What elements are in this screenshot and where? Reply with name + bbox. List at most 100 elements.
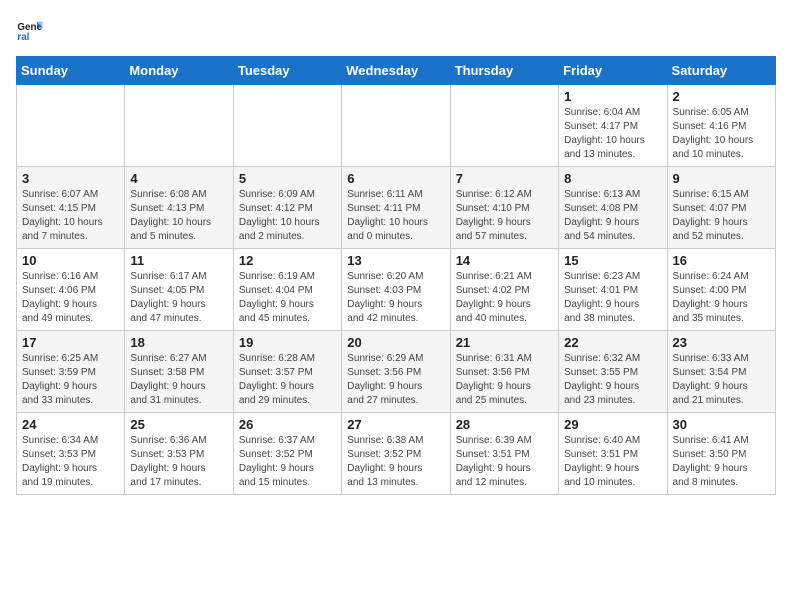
day-number: 15 <box>564 253 661 268</box>
weekday-header-saturday: Saturday <box>667 57 775 85</box>
calendar-cell: 29 Sunrise: 6:40 AM Sunset: 3:51 PM Dayli… <box>559 413 667 495</box>
calendar-cell <box>17 85 125 167</box>
day-info: Sunrise: 6:07 AM Sunset: 4:15 PM Dayligh… <box>22 188 119 244</box>
day-number: 12 <box>239 253 336 268</box>
calendar-cell: 2 Sunrise: 6:05 AM Sunset: 4:16 PM Daylig… <box>667 85 775 167</box>
day-number: 18 <box>130 335 227 350</box>
calendar-cell: 15 Sunrise: 6:23 AM Sunset: 4:01 PM Dayli… <box>559 249 667 331</box>
day-number: 16 <box>673 253 770 268</box>
calendar-cell: 14 Sunrise: 6:21 AM Sunset: 4:02 PM Dayli… <box>450 249 558 331</box>
day-info: Sunrise: 6:17 AM Sunset: 4:05 PM Dayligh… <box>130 270 227 326</box>
day-number: 21 <box>456 335 553 350</box>
calendar-cell: 13 Sunrise: 6:20 AM Sunset: 4:03 PM Dayli… <box>342 249 450 331</box>
calendar-cell: 3 Sunrise: 6:07 AM Sunset: 4:15 PM Daylig… <box>17 167 125 249</box>
weekday-header-friday: Friday <box>559 57 667 85</box>
calendar-cell: 21Sunrise: 6:31 AM Sunset: 3:56 PM Dayli… <box>450 331 558 413</box>
calendar-header: SundayMondayTuesdayWednesdayThursdayFrid… <box>17 57 776 85</box>
calendar-week-2: 3 Sunrise: 6:07 AM Sunset: 4:15 PM Daylig… <box>17 167 776 249</box>
weekday-header-monday: Monday <box>125 57 233 85</box>
logo: Gene ral <box>16 16 48 44</box>
day-info: Sunrise: 6:28 AM Sunset: 3:57 PM Dayligh… <box>239 352 336 408</box>
day-info: Sunrise: 6:23 AM Sunset: 4:01 PM Dayligh… <box>564 270 661 326</box>
day-info: Sunrise: 6:12 AM Sunset: 4:10 PM Dayligh… <box>456 188 553 244</box>
calendar-cell: 4 Sunrise: 6:08 AM Sunset: 4:13 PM Daylig… <box>125 167 233 249</box>
day-number: 29 <box>564 417 661 432</box>
day-info: Sunrise: 6:25 AM Sunset: 3:59 PM Dayligh… <box>22 352 119 408</box>
calendar-cell <box>125 85 233 167</box>
calendar-week-5: 24Sunrise: 6:34 AM Sunset: 3:53 PM Dayli… <box>17 413 776 495</box>
calendar-cell <box>233 85 341 167</box>
day-number: 13 <box>347 253 444 268</box>
calendar-cell: 23 Sunrise: 6:33 AM Sunset: 3:54 PM Dayli… <box>667 331 775 413</box>
weekday-header-wednesday: Wednesday <box>342 57 450 85</box>
calendar-cell: 7 Sunrise: 6:12 AM Sunset: 4:10 PM Daylig… <box>450 167 558 249</box>
logo-icon: Gene ral <box>16 16 44 44</box>
day-info: Sunrise: 6:32 AM Sunset: 3:55 PM Dayligh… <box>564 352 661 408</box>
day-info: Sunrise: 6:41 AM Sunset: 3:50 PM Dayligh… <box>673 434 770 490</box>
day-info: Sunrise: 6:08 AM Sunset: 4:13 PM Dayligh… <box>130 188 227 244</box>
day-number: 28 <box>456 417 553 432</box>
day-number: 30 <box>673 417 770 432</box>
calendar-cell: 5Sunrise: 6:09 AM Sunset: 4:12 PM Daylig… <box>233 167 341 249</box>
day-info: Sunrise: 6:20 AM Sunset: 4:03 PM Dayligh… <box>347 270 444 326</box>
day-number: 24 <box>22 417 119 432</box>
calendar-cell: 25 Sunrise: 6:36 AM Sunset: 3:53 PM Dayli… <box>125 413 233 495</box>
day-info: Sunrise: 6:36 AM Sunset: 3:53 PM Dayligh… <box>130 434 227 490</box>
day-info: Sunrise: 6:37 AM Sunset: 3:52 PM Dayligh… <box>239 434 336 490</box>
calendar-cell: 10 Sunrise: 6:16 AM Sunset: 4:06 PM Dayli… <box>17 249 125 331</box>
header: Gene ral <box>16 16 776 44</box>
day-info: Sunrise: 6:40 AM Sunset: 3:51 PM Dayligh… <box>564 434 661 490</box>
calendar-table: SundayMondayTuesdayWednesdayThursdayFrid… <box>16 56 776 495</box>
day-number: 25 <box>130 417 227 432</box>
calendar-body: 1 Sunrise: 6:04 AM Sunset: 4:17 PM Daylig… <box>17 85 776 495</box>
day-info: Sunrise: 6:33 AM Sunset: 3:54 PM Dayligh… <box>673 352 770 408</box>
day-number: 2 <box>673 89 770 104</box>
weekday-header-sunday: Sunday <box>17 57 125 85</box>
day-info: Sunrise: 6:15 AM Sunset: 4:07 PM Dayligh… <box>673 188 770 244</box>
day-number: 19 <box>239 335 336 350</box>
calendar-cell: 19 Sunrise: 6:28 AM Sunset: 3:57 PM Dayli… <box>233 331 341 413</box>
day-info: Sunrise: 6:04 AM Sunset: 4:17 PM Dayligh… <box>564 106 661 162</box>
calendar-cell: 18Sunrise: 6:27 AM Sunset: 3:58 PM Dayli… <box>125 331 233 413</box>
weekday-header-thursday: Thursday <box>450 57 558 85</box>
day-info: Sunrise: 6:21 AM Sunset: 4:02 PM Dayligh… <box>456 270 553 326</box>
calendar-cell: 16 Sunrise: 6:24 AM Sunset: 4:00 PM Dayli… <box>667 249 775 331</box>
calendar-cell: 30 Sunrise: 6:41 AM Sunset: 3:50 PM Dayli… <box>667 413 775 495</box>
calendar-week-1: 1 Sunrise: 6:04 AM Sunset: 4:17 PM Daylig… <box>17 85 776 167</box>
day-number: 10 <box>22 253 119 268</box>
calendar-cell: 27 Sunrise: 6:38 AM Sunset: 3:52 PM Dayli… <box>342 413 450 495</box>
day-number: 26 <box>239 417 336 432</box>
day-info: Sunrise: 6:39 AM Sunset: 3:51 PM Dayligh… <box>456 434 553 490</box>
day-number: 1 <box>564 89 661 104</box>
day-info: Sunrise: 6:05 AM Sunset: 4:16 PM Dayligh… <box>673 106 770 162</box>
day-number: 9 <box>673 171 770 186</box>
day-number: 6 <box>347 171 444 186</box>
calendar-week-3: 10 Sunrise: 6:16 AM Sunset: 4:06 PM Dayli… <box>17 249 776 331</box>
calendar-week-4: 17 Sunrise: 6:25 AM Sunset: 3:59 PM Dayli… <box>17 331 776 413</box>
day-number: 8 <box>564 171 661 186</box>
day-number: 17 <box>22 335 119 350</box>
day-number: 5 <box>239 171 336 186</box>
day-number: 20 <box>347 335 444 350</box>
day-info: Sunrise: 6:29 AM Sunset: 3:56 PM Dayligh… <box>347 352 444 408</box>
day-number: 11 <box>130 253 227 268</box>
calendar-cell: 20 Sunrise: 6:29 AM Sunset: 3:56 PM Dayli… <box>342 331 450 413</box>
calendar-cell: 22 Sunrise: 6:32 AM Sunset: 3:55 PM Dayli… <box>559 331 667 413</box>
day-number: 7 <box>456 171 553 186</box>
day-number: 27 <box>347 417 444 432</box>
day-info: Sunrise: 6:11 AM Sunset: 4:11 PM Dayligh… <box>347 188 444 244</box>
weekday-header-tuesday: Tuesday <box>233 57 341 85</box>
day-info: Sunrise: 6:24 AM Sunset: 4:00 PM Dayligh… <box>673 270 770 326</box>
day-number: 4 <box>130 171 227 186</box>
day-number: 22 <box>564 335 661 350</box>
day-number: 14 <box>456 253 553 268</box>
day-number: 3 <box>22 171 119 186</box>
calendar-cell: 11 Sunrise: 6:17 AM Sunset: 4:05 PM Dayli… <box>125 249 233 331</box>
calendar-cell: 12Sunrise: 6:19 AM Sunset: 4:04 PM Dayli… <box>233 249 341 331</box>
day-number: 23 <box>673 335 770 350</box>
calendar-cell <box>342 85 450 167</box>
day-info: Sunrise: 6:16 AM Sunset: 4:06 PM Dayligh… <box>22 270 119 326</box>
calendar-cell <box>450 85 558 167</box>
day-info: Sunrise: 6:38 AM Sunset: 3:52 PM Dayligh… <box>347 434 444 490</box>
calendar-cell: 8Sunrise: 6:13 AM Sunset: 4:08 PM Daylig… <box>559 167 667 249</box>
